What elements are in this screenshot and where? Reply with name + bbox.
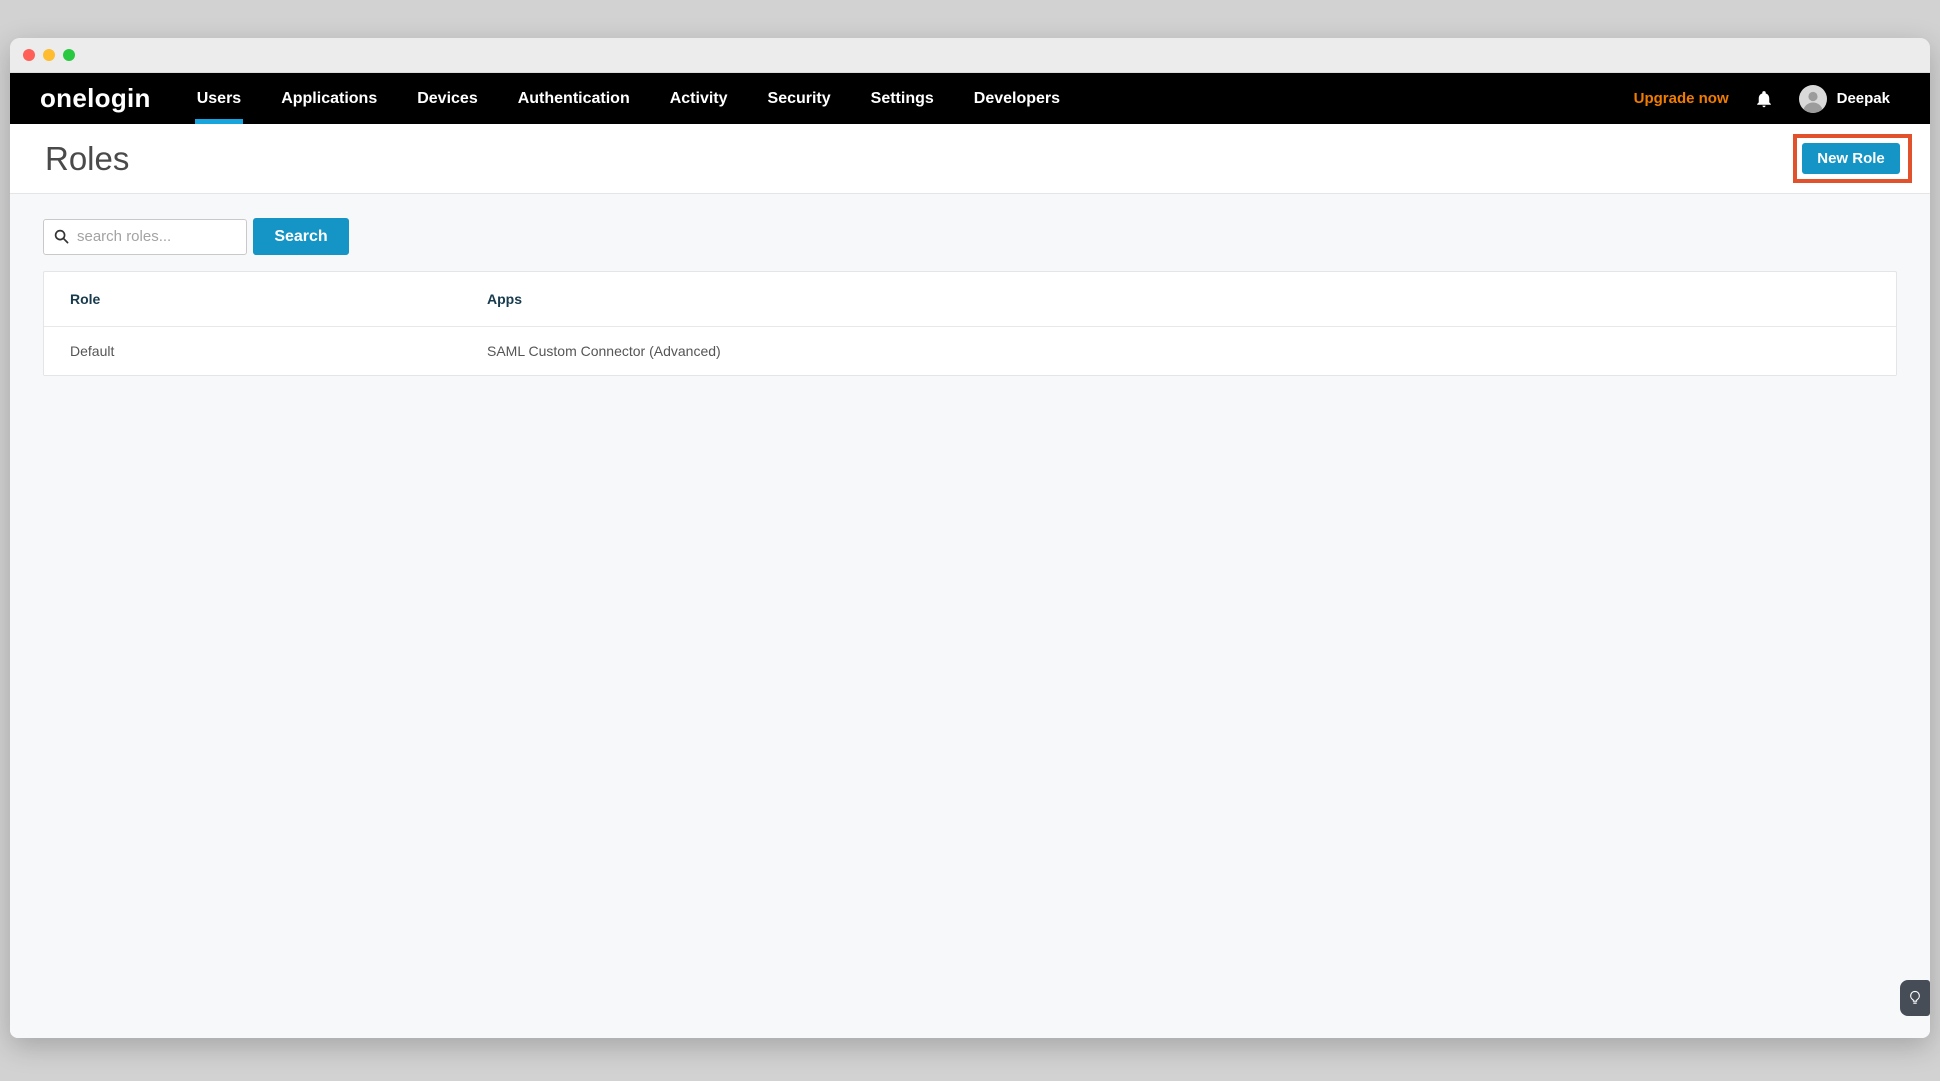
onelogin-logo: onelogin [40, 83, 151, 114]
nav-item-applications[interactable]: Applications [281, 73, 377, 124]
user-menu[interactable]: Deepak [1799, 85, 1890, 113]
annotation-highlight-box: New Role [1793, 134, 1912, 183]
user-avatar [1799, 85, 1827, 113]
help-lightbulb-tab[interactable] [1900, 980, 1930, 1016]
nav-item-devices[interactable]: Devices [417, 73, 478, 124]
page-title: Roles [45, 140, 129, 178]
upgrade-now-link[interactable]: Upgrade now [1634, 90, 1729, 107]
maximize-window-button[interactable] [63, 49, 75, 61]
nav-item-activity[interactable]: Activity [670, 73, 728, 124]
page-header: Roles New Role [10, 124, 1930, 194]
column-header-role: Role [70, 291, 487, 307]
table-row[interactable]: Default SAML Custom Connector (Advanced) [44, 327, 1896, 375]
search-icon [54, 229, 69, 244]
cell-apps: SAML Custom Connector (Advanced) [487, 343, 1870, 359]
close-window-button[interactable] [23, 49, 35, 61]
nav-item-authentication[interactable]: Authentication [518, 73, 630, 124]
nav-item-settings[interactable]: Settings [871, 73, 934, 124]
search-row: Search [43, 218, 1897, 255]
top-navbar: onelogin Users Applications Devices Auth… [10, 73, 1930, 124]
roles-table: Role Apps Default SAML Custom Connector … [43, 271, 1897, 376]
table-header-row: Role Apps [44, 272, 1896, 327]
main-navigation: Users Applications Devices Authenticatio… [197, 73, 1060, 124]
lightbulb-icon [1908, 990, 1922, 1006]
navbar-right-section: Upgrade now Deepak [1634, 73, 1890, 124]
browser-window: onelogin Users Applications Devices Auth… [10, 38, 1930, 1038]
search-roles-input[interactable] [77, 228, 236, 245]
nav-item-developers[interactable]: Developers [974, 73, 1060, 124]
user-name: Deepak [1837, 90, 1890, 107]
column-header-apps: Apps [487, 291, 1870, 307]
search-button[interactable]: Search [253, 218, 349, 255]
notifications-bell-icon[interactable] [1755, 89, 1773, 109]
new-role-button[interactable]: New Role [1802, 143, 1900, 174]
nav-item-users[interactable]: Users [197, 73, 241, 124]
search-input-wrapper [43, 219, 247, 255]
window-titlebar [10, 38, 1930, 73]
minimize-window-button[interactable] [43, 49, 55, 61]
nav-item-security[interactable]: Security [768, 73, 831, 124]
content-area: Search Role Apps Default SAML Custom Con… [10, 194, 1930, 1038]
cell-role[interactable]: Default [70, 343, 487, 359]
